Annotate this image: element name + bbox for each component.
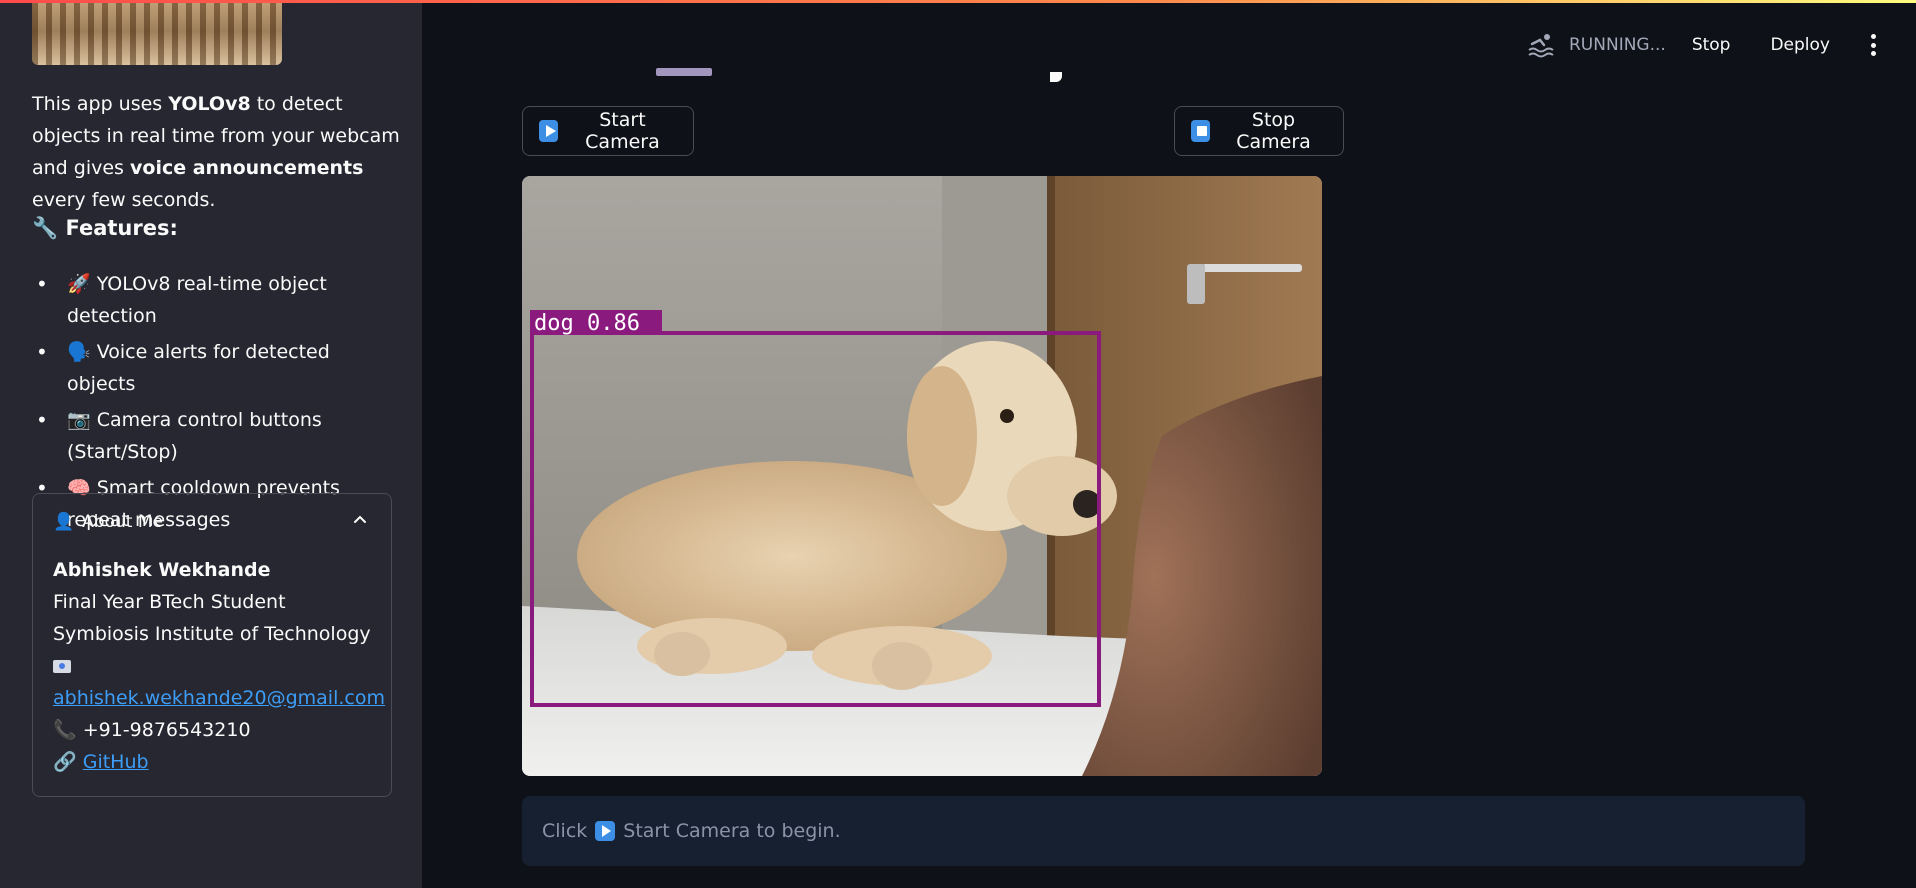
info-prefix: Click — [542, 820, 588, 842]
feature-item: 🚀 YOLOv8 real-time object detection — [32, 268, 402, 332]
play-icon — [539, 120, 558, 142]
feature-item: 📷 Camera control buttons (Start/Stop) — [32, 404, 402, 468]
email-row — [53, 650, 383, 682]
start-camera-label: Start Camera — [585, 109, 660, 153]
app-header-toolbar: RUNNING... Stop Deploy — [1527, 28, 1916, 62]
feature-item: 🗣️ Voice alerts for detected objects — [32, 336, 402, 400]
title-fragment — [656, 68, 712, 76]
author-name: Abhishek Wekhande — [53, 559, 271, 581]
intro-model: YOLOv8 — [168, 93, 251, 115]
info-suffix: Start Camera to begin. — [623, 820, 841, 842]
features-heading: 🔧 Features: — [32, 216, 178, 240]
stop-camera-button[interactable]: Stop Camera — [1174, 106, 1344, 156]
about-me-header[interactable]: 👤 About Me — [53, 512, 163, 532]
stop-icon — [1191, 120, 1211, 142]
deploy-button[interactable]: Deploy — [1770, 35, 1830, 55]
email-link-row: abhishek.wekhande20@gmail.com — [53, 682, 385, 714]
email-link[interactable]: abhishek.wekhande20@gmail.com — [53, 687, 385, 709]
sidebar-banner-image — [32, 0, 282, 65]
stop-camera-label: Stop Camera — [1236, 109, 1311, 153]
phone-number: 📞 +91-9876543210 — [53, 719, 251, 741]
github-row: 🔗 GitHub — [53, 746, 383, 778]
github-link[interactable]: GitHub — [83, 751, 149, 773]
author-institute: Symbiosis Institute of Technology — [53, 623, 371, 645]
running-status: RUNNING... — [1527, 32, 1666, 58]
chevron-up-icon[interactable] — [353, 512, 367, 526]
sidebar: This app uses YOLOv8 to detect objects i… — [0, 0, 422, 888]
about-me-body: Abhishek Wekhande Final Year BTech Stude… — [53, 554, 385, 778]
start-camera-button[interactable]: Start Camera — [522, 106, 694, 156]
intro-prefix: This app uses — [32, 93, 169, 115]
about-me-title: About Me — [82, 512, 163, 532]
app-progress-bar — [0, 0, 1916, 3]
intro-suffix: every few seconds. — [32, 189, 216, 211]
link-icon: 🔗 — [53, 751, 77, 773]
person-icon: 👤 — [53, 512, 75, 532]
more-menu-icon[interactable] — [1870, 34, 1876, 56]
intro-bold: voice announcements — [130, 157, 364, 179]
email-icon — [53, 660, 71, 673]
info-message: Click Start Camera to begin. — [522, 796, 1805, 866]
stop-button[interactable]: Stop — [1692, 35, 1731, 55]
author-role: Final Year BTech Student — [53, 591, 286, 613]
detection-label: dog 0.86 — [534, 311, 640, 336]
running-label: RUNNING... — [1569, 35, 1666, 55]
sidebar-intro-text: This app uses YOLOv8 to detect objects i… — [32, 88, 402, 216]
play-icon — [595, 821, 616, 841]
swimmer-icon — [1528, 34, 1554, 58]
title-fragment — [1050, 72, 1062, 82]
about-me-expander: 👤 About Me Abhishek Wekhande Final Year B… — [32, 493, 392, 797]
camera-feed-image: dog 0.86 — [522, 176, 1322, 776]
